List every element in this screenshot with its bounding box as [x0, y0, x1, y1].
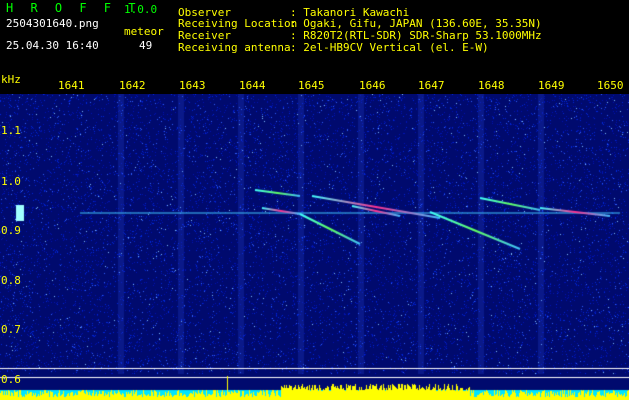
hrofft-window: H R O F F T 1.0.0 2504301640.png meteor … — [0, 0, 629, 400]
datetime-label: 25.04.30 16:40 — [6, 39, 99, 52]
time-tick: 1648 — [478, 79, 505, 92]
time-tick: 1647 — [418, 79, 445, 92]
app-title: H R O F F T — [6, 1, 141, 15]
time-tick: 1646 — [359, 79, 386, 92]
time-tick: 1641 — [58, 79, 85, 92]
freq-tick: 0.7 — [1, 323, 21, 336]
app-version: 1.0.0 — [124, 3, 158, 16]
freq-tick: 1.0 — [1, 175, 21, 188]
time-tick: 1649 — [538, 79, 565, 92]
meteor-counter-value: 49 — [139, 39, 153, 52]
filename-label: 2504301640.png — [6, 17, 99, 30]
meteor-counter-label: meteor — [124, 25, 164, 38]
time-tick: 1642 — [119, 79, 146, 92]
freq-unit-label: kHz — [1, 73, 21, 86]
freq-tick: 0.9 — [1, 224, 21, 237]
time-tick: 1643 — [179, 79, 206, 92]
spectrogram — [0, 94, 629, 400]
freq-tick: 0.6 — [1, 373, 21, 386]
time-tick: 1644 — [239, 79, 266, 92]
time-tick: 1645 — [298, 79, 325, 92]
info-row-antenna: Receiving antenna — [178, 41, 291, 54]
info-label: Receiving antenna — [178, 41, 291, 54]
freq-tick: 1.1 — [1, 124, 21, 137]
freq-tick: 0.8 — [1, 274, 21, 287]
time-tick: 1650 — [597, 79, 624, 92]
info-value-antenna: : 2el-HB9CV Vertical (el. E-W) — [290, 41, 489, 54]
